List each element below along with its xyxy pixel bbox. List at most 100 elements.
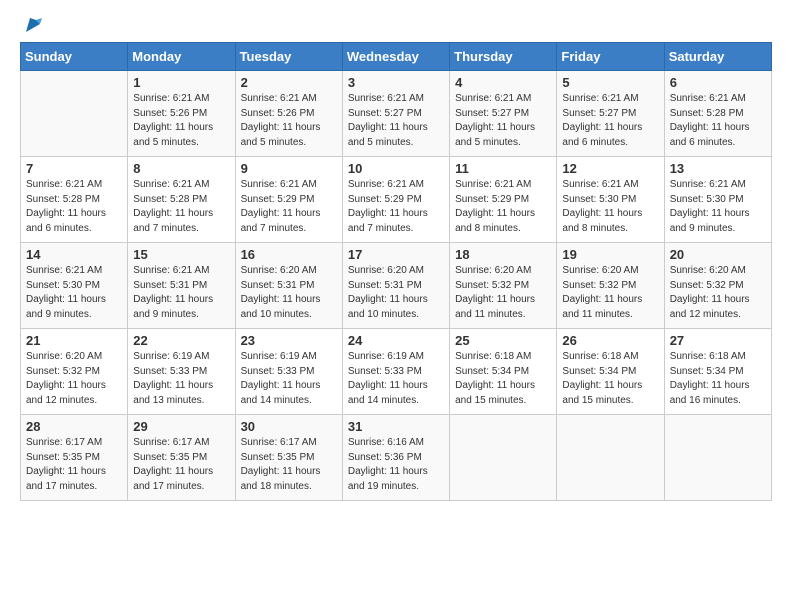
day-number: 31 — [348, 419, 444, 434]
calendar-cell: 18 Sunrise: 6:20 AM Sunset: 5:32 PM Dayli… — [450, 243, 557, 329]
day-info: Sunrise: 6:20 AM Sunset: 5:31 PM Dayligh… — [241, 264, 337, 322]
day-info: Sunrise: 6:20 AM Sunset: 5:32 PM Dayligh… — [670, 264, 766, 322]
calendar-cell — [557, 415, 664, 501]
calendar-week-row: 28 Sunrise: 6:17 AM Sunset: 5:35 PM Dayli… — [21, 415, 772, 501]
calendar-cell: 1Sunrise: 6:21 AM Sunset: 5:26 PM Daylig… — [128, 71, 235, 157]
calendar-cell: 4 Sunrise: 6:21 AM Sunset: 5:27 PM Daylig… — [450, 71, 557, 157]
day-info: Sunrise: 6:21 AM Sunset: 5:27 PM Dayligh… — [455, 92, 551, 150]
day-info: Sunrise: 6:21 AM Sunset: 5:28 PM Dayligh… — [133, 178, 229, 236]
day-info: Sunrise: 6:20 AM Sunset: 5:32 PM Dayligh… — [26, 350, 122, 408]
day-info: Sunrise: 6:21 AM Sunset: 5:30 PM Dayligh… — [562, 178, 658, 236]
calendar-cell: 10Sunrise: 6:21 AM Sunset: 5:29 PM Dayli… — [342, 157, 449, 243]
day-number: 11 — [455, 161, 551, 176]
day-info: Sunrise: 6:21 AM Sunset: 5:27 PM Dayligh… — [348, 92, 444, 150]
day-number: 5 — [562, 75, 658, 90]
day-number: 4 — [455, 75, 551, 90]
calendar-cell: 2Sunrise: 6:21 AM Sunset: 5:26 PM Daylig… — [235, 71, 342, 157]
day-number: 21 — [26, 333, 122, 348]
day-header-sunday: Sunday — [21, 43, 128, 71]
day-info: Sunrise: 6:16 AM Sunset: 5:36 PM Dayligh… — [348, 436, 444, 494]
day-number: 18 — [455, 247, 551, 262]
calendar-cell: 24 Sunrise: 6:19 AM Sunset: 5:33 PM Dayli… — [342, 329, 449, 415]
day-number: 25 — [455, 333, 551, 348]
day-number: 30 — [241, 419, 337, 434]
day-number: 27 — [670, 333, 766, 348]
calendar-cell: 16 Sunrise: 6:20 AM Sunset: 5:31 PM Dayli… — [235, 243, 342, 329]
day-number: 8 — [133, 161, 229, 176]
day-number: 28 — [26, 419, 122, 434]
day-info: Sunrise: 6:20 AM Sunset: 5:32 PM Dayligh… — [562, 264, 658, 322]
day-number: 26 — [562, 333, 658, 348]
day-info: Sunrise: 6:19 AM Sunset: 5:33 PM Dayligh… — [241, 350, 337, 408]
day-info: Sunrise: 6:21 AM Sunset: 5:31 PM Dayligh… — [133, 264, 229, 322]
day-info: Sunrise: 6:21 AM Sunset: 5:26 PM Dayligh… — [241, 92, 337, 150]
calendar-cell: 6 Sunrise: 6:21 AM Sunset: 5:28 PM Daylig… — [664, 71, 771, 157]
page-header — [20, 16, 772, 32]
calendar-cell: 12Sunrise: 6:21 AM Sunset: 5:30 PM Dayli… — [557, 157, 664, 243]
day-number: 29 — [133, 419, 229, 434]
day-number: 6 — [670, 75, 766, 90]
day-info: Sunrise: 6:17 AM Sunset: 5:35 PM Dayligh… — [241, 436, 337, 494]
day-info: Sunrise: 6:21 AM Sunset: 5:26 PM Dayligh… — [133, 92, 229, 150]
day-header-thursday: Thursday — [450, 43, 557, 71]
day-header-saturday: Saturday — [664, 43, 771, 71]
day-number: 23 — [241, 333, 337, 348]
day-info: Sunrise: 6:17 AM Sunset: 5:35 PM Dayligh… — [133, 436, 229, 494]
calendar-cell: 28 Sunrise: 6:17 AM Sunset: 5:35 PM Dayli… — [21, 415, 128, 501]
day-number: 14 — [26, 247, 122, 262]
calendar-week-row: 7 Sunrise: 6:21 AM Sunset: 5:28 PM Daylig… — [21, 157, 772, 243]
calendar-table: SundayMondayTuesdayWednesdayThursdayFrid… — [20, 42, 772, 501]
calendar-cell: 13Sunrise: 6:21 AM Sunset: 5:30 PM Dayli… — [664, 157, 771, 243]
day-number: 3 — [348, 75, 444, 90]
calendar-week-row: 14 Sunrise: 6:21 AM Sunset: 5:30 PM Dayli… — [21, 243, 772, 329]
day-info: Sunrise: 6:18 AM Sunset: 5:34 PM Dayligh… — [562, 350, 658, 408]
day-info: Sunrise: 6:21 AM Sunset: 5:28 PM Dayligh… — [670, 92, 766, 150]
day-number: 22 — [133, 333, 229, 348]
day-number: 15 — [133, 247, 229, 262]
calendar-cell: 19 Sunrise: 6:20 AM Sunset: 5:32 PM Dayli… — [557, 243, 664, 329]
day-info: Sunrise: 6:21 AM Sunset: 5:29 PM Dayligh… — [241, 178, 337, 236]
calendar-cell: 31 Sunrise: 6:16 AM Sunset: 5:36 PM Dayli… — [342, 415, 449, 501]
day-header-friday: Friday — [557, 43, 664, 71]
calendar-cell: 15 Sunrise: 6:21 AM Sunset: 5:31 PM Dayli… — [128, 243, 235, 329]
calendar-cell: 22 Sunrise: 6:19 AM Sunset: 5:33 PM Dayli… — [128, 329, 235, 415]
day-info: Sunrise: 6:21 AM Sunset: 5:30 PM Dayligh… — [26, 264, 122, 322]
calendar-week-row: 1Sunrise: 6:21 AM Sunset: 5:26 PM Daylig… — [21, 71, 772, 157]
logo — [20, 16, 44, 32]
day-info: Sunrise: 6:19 AM Sunset: 5:33 PM Dayligh… — [348, 350, 444, 408]
day-header-monday: Monday — [128, 43, 235, 71]
calendar-cell: 23 Sunrise: 6:19 AM Sunset: 5:33 PM Dayli… — [235, 329, 342, 415]
calendar-cell: 8 Sunrise: 6:21 AM Sunset: 5:28 PM Daylig… — [128, 157, 235, 243]
calendar-cell: 17 Sunrise: 6:20 AM Sunset: 5:31 PM Dayli… — [342, 243, 449, 329]
day-info: Sunrise: 6:18 AM Sunset: 5:34 PM Dayligh… — [670, 350, 766, 408]
calendar-cell: 30 Sunrise: 6:17 AM Sunset: 5:35 PM Dayli… — [235, 415, 342, 501]
day-info: Sunrise: 6:21 AM Sunset: 5:27 PM Dayligh… — [562, 92, 658, 150]
calendar-cell: 29 Sunrise: 6:17 AM Sunset: 5:35 PM Dayli… — [128, 415, 235, 501]
day-info: Sunrise: 6:21 AM Sunset: 5:29 PM Dayligh… — [455, 178, 551, 236]
day-info: Sunrise: 6:19 AM Sunset: 5:33 PM Dayligh… — [133, 350, 229, 408]
calendar-cell: 20Sunrise: 6:20 AM Sunset: 5:32 PM Dayli… — [664, 243, 771, 329]
calendar-cell: 26 Sunrise: 6:18 AM Sunset: 5:34 PM Dayli… — [557, 329, 664, 415]
calendar-cell: 5 Sunrise: 6:21 AM Sunset: 5:27 PM Daylig… — [557, 71, 664, 157]
day-number: 19 — [562, 247, 658, 262]
calendar-cell: 21 Sunrise: 6:20 AM Sunset: 5:32 PM Dayli… — [21, 329, 128, 415]
calendar-cell — [450, 415, 557, 501]
day-info: Sunrise: 6:20 AM Sunset: 5:32 PM Dayligh… — [455, 264, 551, 322]
day-number: 24 — [348, 333, 444, 348]
day-info: Sunrise: 6:20 AM Sunset: 5:31 PM Dayligh… — [348, 264, 444, 322]
day-number: 7 — [26, 161, 122, 176]
day-info: Sunrise: 6:21 AM Sunset: 5:29 PM Dayligh… — [348, 178, 444, 236]
calendar-cell: 27 Sunrise: 6:18 AM Sunset: 5:34 PM Dayli… — [664, 329, 771, 415]
calendar-cell — [21, 71, 128, 157]
day-info: Sunrise: 6:17 AM Sunset: 5:35 PM Dayligh… — [26, 436, 122, 494]
calendar-cell: 9 Sunrise: 6:21 AM Sunset: 5:29 PM Daylig… — [235, 157, 342, 243]
day-info: Sunrise: 6:21 AM Sunset: 5:28 PM Dayligh… — [26, 178, 122, 236]
day-number: 13 — [670, 161, 766, 176]
calendar-cell: 7 Sunrise: 6:21 AM Sunset: 5:28 PM Daylig… — [21, 157, 128, 243]
day-info: Sunrise: 6:18 AM Sunset: 5:34 PM Dayligh… — [455, 350, 551, 408]
calendar-cell — [664, 415, 771, 501]
day-number: 16 — [241, 247, 337, 262]
calendar-cell: 14 Sunrise: 6:21 AM Sunset: 5:30 PM Dayli… — [21, 243, 128, 329]
day-number: 9 — [241, 161, 337, 176]
day-number: 17 — [348, 247, 444, 262]
